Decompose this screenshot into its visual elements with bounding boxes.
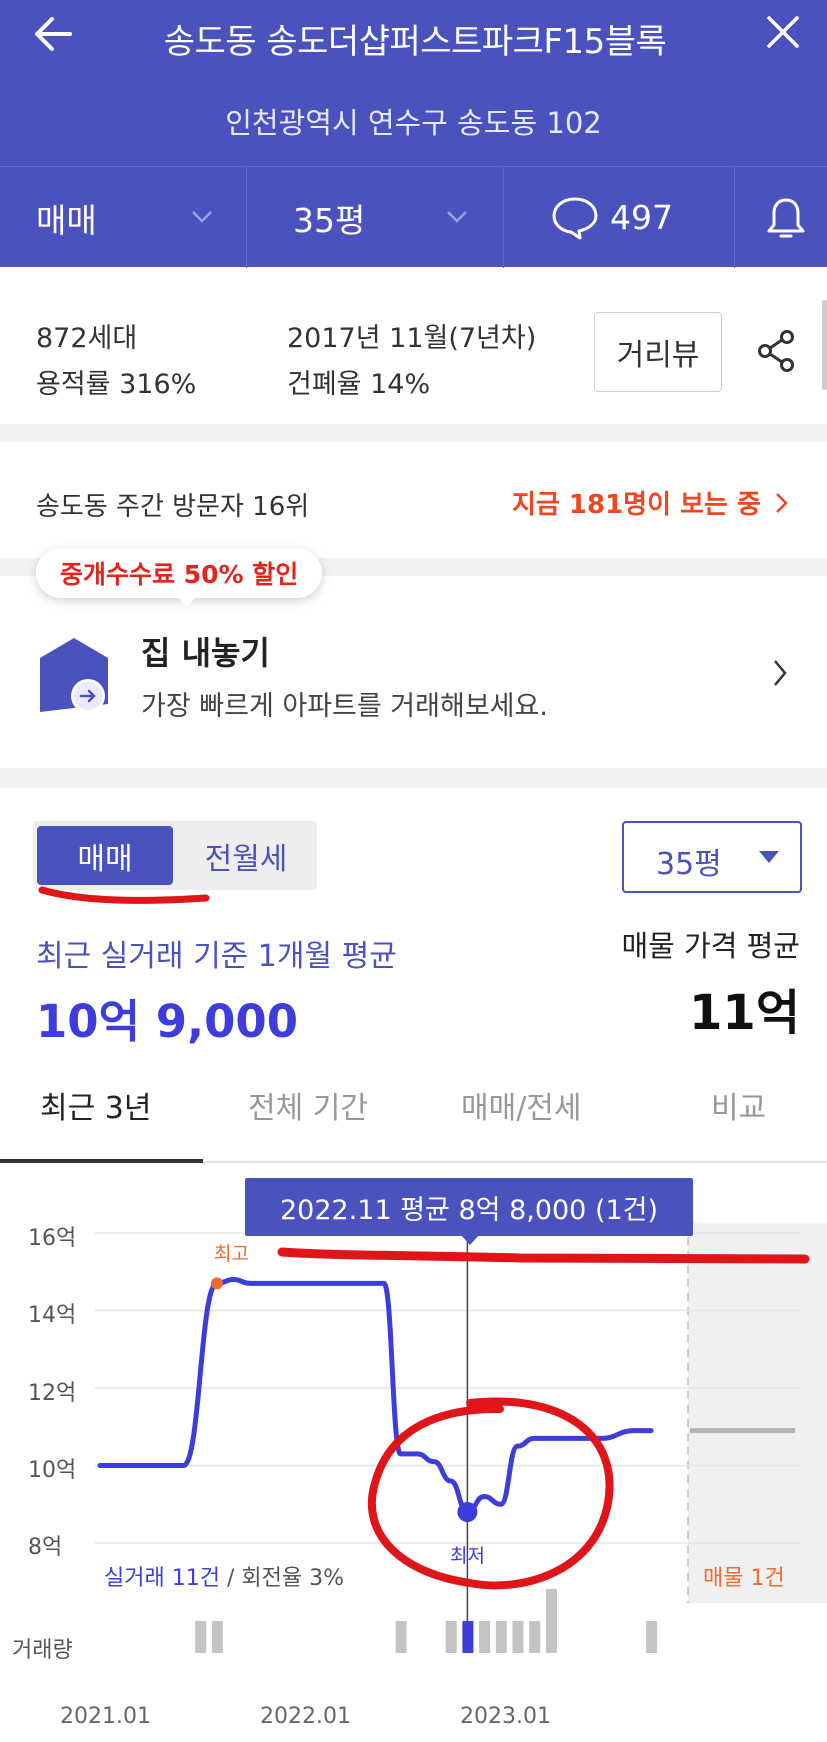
chevron-down-icon xyxy=(447,211,467,223)
tab-recent-3y[interactable]: 최근 3년 xyxy=(40,1083,151,1127)
listing-area xyxy=(688,1223,827,1603)
households: 872세대 xyxy=(36,323,138,354)
red-annotation-circle xyxy=(367,1397,614,1590)
share-icon[interactable] xyxy=(754,328,800,374)
list-property-banner[interactable]: 집 내놓기 가장 빠르게 아파트를 거래해보세요. xyxy=(0,576,827,768)
visitor-rank: 송도동 주간 방문자 16위 xyxy=(36,492,310,522)
turnover-rate: 회전율 3% xyxy=(241,1566,344,1591)
price-chart-svg xyxy=(95,1223,827,1653)
chevron-right-icon xyxy=(774,660,787,686)
x-tick: 2022.01 xyxy=(260,1704,351,1729)
volume-bar xyxy=(495,1621,507,1653)
bell-icon[interactable] xyxy=(764,195,808,243)
size-select-value: 35평 xyxy=(656,847,722,882)
size-label: 35평 xyxy=(293,200,366,240)
x-tick: 2023.01 xyxy=(460,1704,551,1729)
recent-price-label: 최근 실거래 기준 1개월 평균 xyxy=(36,939,397,974)
street-view-button[interactable]: 거리뷰 xyxy=(594,312,722,392)
listing-avg-label: 매물 가격 평균 xyxy=(621,929,800,963)
min-label: 최저 xyxy=(450,1545,485,1567)
x-tick: 2021.01 xyxy=(60,1704,151,1729)
floor-area-ratio: 용적률 316% xyxy=(36,369,197,400)
y-tick: 16억 xyxy=(28,1226,77,1251)
coverage-ratio: 건폐율 14% xyxy=(287,369,431,400)
volume-bar xyxy=(462,1621,474,1653)
y-tick: 14억 xyxy=(28,1303,77,1328)
size-dropdown[interactable]: 35평 xyxy=(293,167,483,268)
volume-bar xyxy=(479,1621,491,1653)
page-title: 송도동 송도더샵퍼스트파크F15블록 xyxy=(163,22,667,62)
comments-button[interactable]: 497 xyxy=(550,167,700,268)
chat-bubble-icon xyxy=(552,197,598,239)
caret-down-icon xyxy=(759,851,779,863)
section-divider xyxy=(0,424,827,442)
volume-bar xyxy=(445,1621,457,1653)
trade-count: 실거래 11건 xyxy=(104,1566,220,1591)
tab-compare[interactable]: 비교 xyxy=(711,1083,766,1127)
volume-bar xyxy=(211,1621,223,1653)
red-underline-mark xyxy=(38,886,210,904)
max-point xyxy=(210,1277,223,1290)
volume-bar xyxy=(395,1621,407,1653)
house-upload-icon xyxy=(40,638,108,713)
toggle-rent[interactable]: 전월세 xyxy=(178,826,314,885)
listing-avg-value: 11억 xyxy=(689,985,800,1041)
toggle-sale[interactable]: 매매 xyxy=(37,826,173,885)
now-viewing-text: 지금 181명이 보는 중 xyxy=(512,490,761,520)
listing-count: 매물 1건 xyxy=(703,1566,785,1591)
volume-bar xyxy=(512,1621,524,1653)
recent-price-value: 10억 9,000 xyxy=(36,995,299,1048)
volume-bar xyxy=(529,1621,541,1653)
volume-bar xyxy=(545,1589,557,1653)
app-header: 송도동 송도더샵퍼스트파크F15블록 인천광역시 연수구 송도동 102 매매 … xyxy=(0,0,827,268)
y-tick: 12억 xyxy=(28,1381,77,1406)
volume-bar xyxy=(646,1621,658,1653)
max-label: 최고 xyxy=(214,1243,249,1265)
back-arrow-icon[interactable] xyxy=(30,14,74,54)
filter-bar: 매매 35평 497 xyxy=(0,166,827,268)
chevron-down-icon xyxy=(192,211,212,223)
tab-sale-rent[interactable]: 매매/전세 xyxy=(461,1083,582,1127)
now-viewing-link[interactable]: 지금 181명이 보는 중 xyxy=(512,484,789,521)
y-tick: 8억 xyxy=(28,1535,63,1560)
tab-all-period[interactable]: 전체 기간 xyxy=(248,1083,368,1127)
size-select[interactable]: 35평 xyxy=(622,821,802,893)
comment-count: 497 xyxy=(610,198,673,237)
section-divider xyxy=(0,768,827,788)
close-icon[interactable] xyxy=(765,14,801,50)
scroll-indicator xyxy=(822,300,827,390)
min-point xyxy=(457,1502,478,1522)
deal-type-label: 매매 xyxy=(36,200,97,240)
volume-bars xyxy=(195,1589,658,1653)
volume-bar xyxy=(195,1621,207,1653)
address: 인천광역시 연수구 송도동 102 xyxy=(225,106,602,140)
price-chart: 2022.11 평균 8억 8,000 (1건) 16억 14억 12억 10억… xyxy=(0,1163,827,1742)
built-date: 2017년 11월(7년차) xyxy=(287,323,537,354)
chart-tooltip: 2022.11 평균 8억 8,000 (1건) xyxy=(245,1178,693,1236)
tooltip-pointer xyxy=(461,1235,479,1245)
trade-summary: 실거래 11건 / 회전율 3% xyxy=(104,1566,344,1591)
y-tick: 10억 xyxy=(28,1458,77,1483)
listing-subtitle: 가장 빠르게 아파트를 거래해보세요. xyxy=(141,691,548,722)
chevron-right-icon xyxy=(775,492,788,513)
deal-type-dropdown[interactable]: 매매 xyxy=(36,167,216,268)
volume-label: 거래량 xyxy=(12,1638,73,1663)
listing-title: 집 내놓기 xyxy=(141,634,270,672)
